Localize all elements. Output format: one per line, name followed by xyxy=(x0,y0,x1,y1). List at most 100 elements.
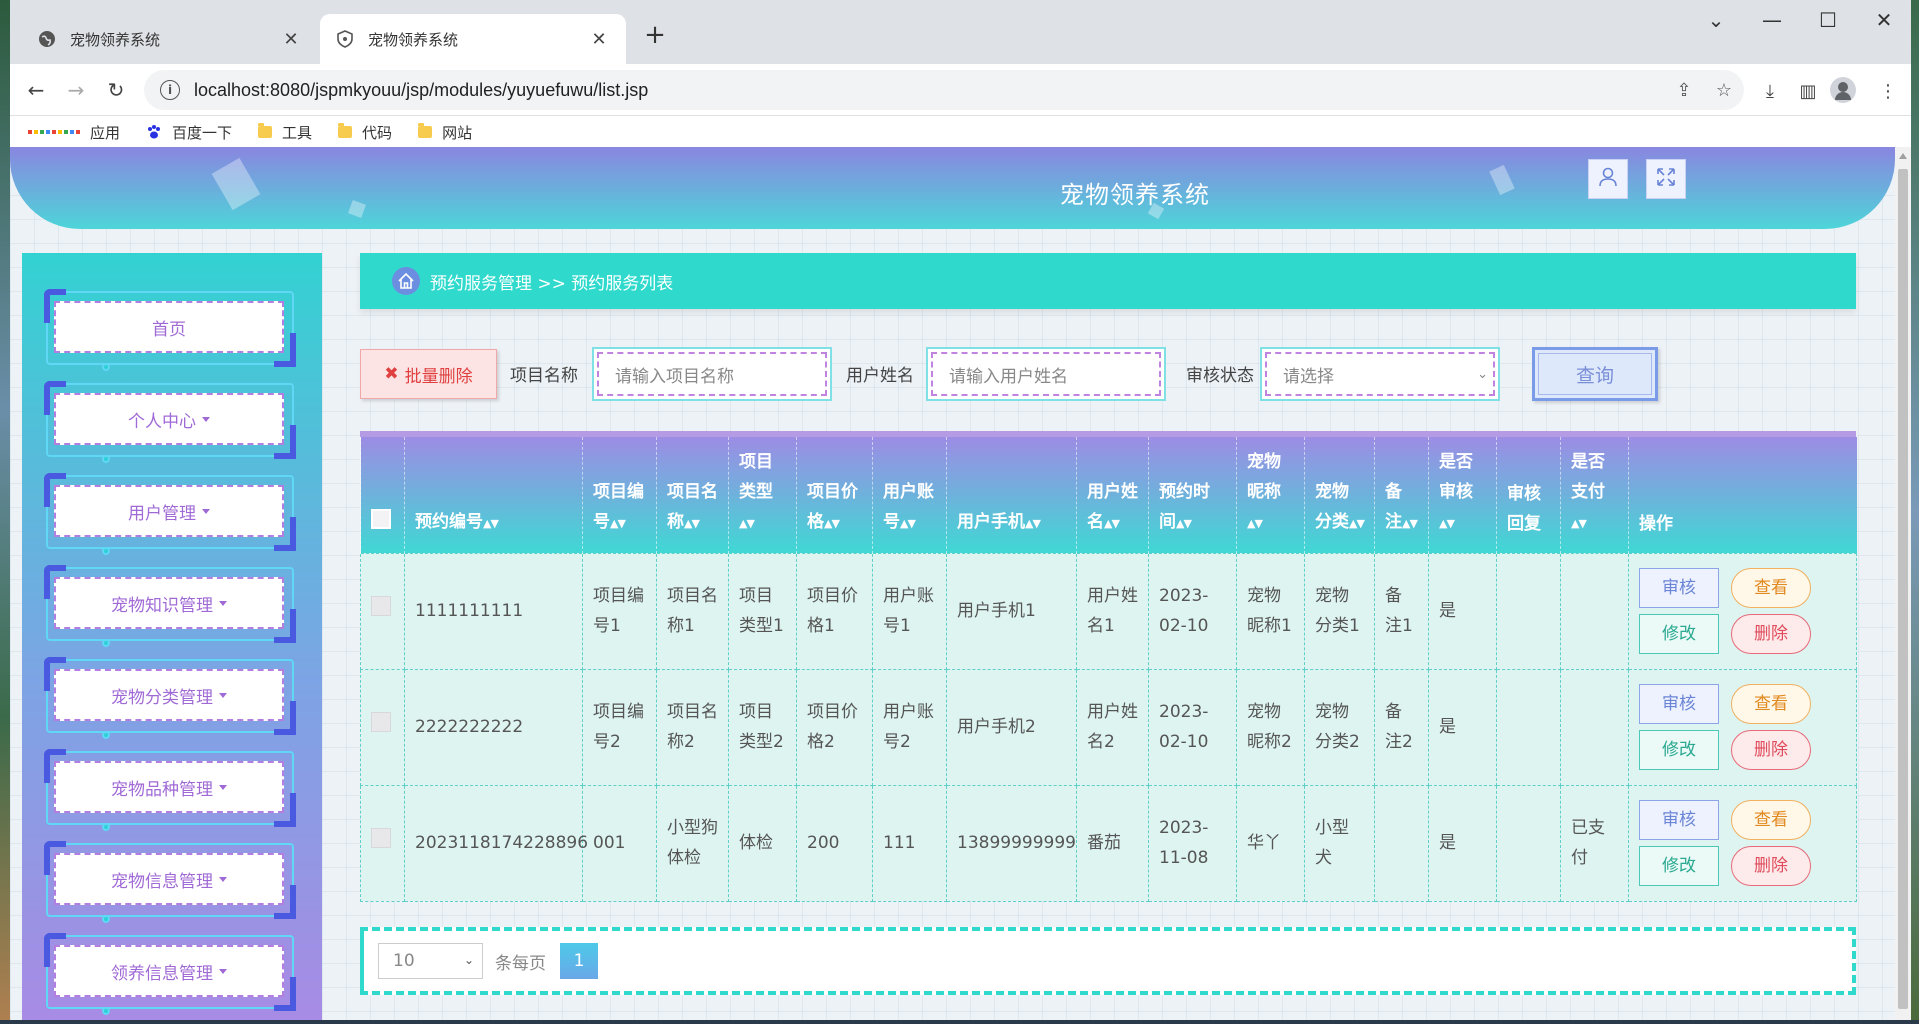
browser-tab-2[interactable]: 宠物领养系统 ✕ xyxy=(320,14,626,64)
column-header[interactable]: 宠物分类▲▼ xyxy=(1304,437,1375,553)
address-bar[interactable]: i localhost:8080/jspmkyouu/jsp/modules/y… xyxy=(144,70,1744,110)
column-header[interactable]: 是否审核▲▼ xyxy=(1428,437,1497,553)
column-header[interactable]: 项目名称▲▼ xyxy=(656,437,729,553)
table-row: 1111111111 项目编号1 项目名称1 项目类型1 项目价格1 用户账号1 用户手机1… xyxy=(360,552,1857,670)
back-icon[interactable]: ← xyxy=(22,76,50,104)
bookmark-folder-tools[interactable]: 工具 xyxy=(258,122,312,143)
minimize-icon[interactable]: — xyxy=(1752,8,1792,32)
bookmark-baidu[interactable]: 百度一下 xyxy=(146,122,232,143)
row-actions-cell: 审核 查看 修改 删除 xyxy=(1628,668,1857,786)
user-profile-button[interactable] xyxy=(1588,159,1628,199)
view-button[interactable]: 查看 xyxy=(1731,800,1811,840)
query-button[interactable]: 查询 xyxy=(1532,347,1658,401)
table-cell xyxy=(1496,668,1561,786)
sidebar-item-label: 首页 xyxy=(152,319,186,340)
sidebar-item-pet-breed[interactable]: 宠物品种管理 xyxy=(44,749,296,831)
column-header: 操作 xyxy=(1628,437,1857,553)
fullscreen-icon xyxy=(1655,166,1677,192)
sidebar-item-pet-knowledge[interactable]: 宠物知识管理 xyxy=(44,565,296,647)
forward-icon[interactable]: → xyxy=(62,76,90,104)
page-scrollbar[interactable] xyxy=(1895,147,1911,1020)
delete-button[interactable]: 删除 xyxy=(1731,614,1811,654)
column-header[interactable]: 预约编号▲▼ xyxy=(404,437,583,553)
page-number-current[interactable]: 1 xyxy=(560,943,598,979)
sidebar-item-pet-category[interactable]: 宠物分类管理 xyxy=(44,657,296,739)
bookmark-folder-code[interactable]: 代码 xyxy=(338,122,392,143)
column-header[interactable]: 项目编号▲▼ xyxy=(582,437,657,553)
row-select-cell xyxy=(360,552,405,670)
table-cell: 用户账号2 xyxy=(872,668,947,786)
sidebar-item-adoption-info[interactable]: 领养信息管理 xyxy=(44,933,296,1015)
bookmark-folder-sites[interactable]: 网站 xyxy=(418,122,472,143)
bookmark-apps[interactable]: 应用 xyxy=(28,122,120,143)
audit-button[interactable]: 审核 xyxy=(1639,800,1719,840)
audit-button[interactable]: 审核 xyxy=(1639,684,1719,724)
maximize-icon[interactable]: ☐ xyxy=(1808,8,1848,32)
bookmark-star-icon[interactable]: ☆ xyxy=(1704,80,1744,101)
caret-down-icon xyxy=(202,416,210,422)
sidebar-item-pet-info[interactable]: 宠物信息管理 xyxy=(44,841,296,923)
caret-down-icon xyxy=(219,784,227,790)
table-cell: 用户姓名1 xyxy=(1076,552,1149,670)
fullscreen-button[interactable] xyxy=(1646,159,1686,199)
info-icon[interactable]: i xyxy=(160,80,180,100)
row-checkbox[interactable] xyxy=(371,712,391,732)
browser-tab-1[interactable]: 宠物领养系统 ✕ xyxy=(22,14,318,64)
new-tab-button[interactable]: + xyxy=(638,20,672,50)
column-header[interactable]: 用户姓名▲▼ xyxy=(1076,437,1149,553)
close-window-icon[interactable]: ✕ xyxy=(1864,8,1904,32)
column-header[interactable]: 宠物昵称▲▼ xyxy=(1236,437,1305,553)
column-header[interactable]: 是否支付▲▼ xyxy=(1560,437,1629,553)
row-checkbox[interactable] xyxy=(371,828,391,848)
project-name-input[interactable]: 请输入项目名称 xyxy=(592,347,832,401)
column-header[interactable]: 备注▲▼ xyxy=(1374,437,1429,553)
profile-avatar-icon[interactable] xyxy=(1830,77,1856,103)
side-panel-icon[interactable]: ▥ xyxy=(1794,78,1822,104)
tab-close-icon[interactable]: ✕ xyxy=(588,29,610,50)
sort-icon: ▲▼ xyxy=(483,516,499,530)
table-cell: 001 xyxy=(582,784,657,902)
column-header[interactable]: 项目价格▲▼ xyxy=(796,437,873,553)
column-header[interactable]: 用户账号▲▼ xyxy=(872,437,947,553)
edit-button[interactable]: 修改 xyxy=(1639,614,1719,654)
delete-button[interactable]: 删除 xyxy=(1731,846,1811,886)
sidebar-item-personal-center[interactable]: 个人中心 xyxy=(44,381,296,463)
tab-close-icon[interactable]: ✕ xyxy=(280,29,302,50)
scroll-up-arrow-icon[interactable] xyxy=(1899,153,1907,159)
desktop-background-left xyxy=(0,0,10,1024)
view-button[interactable]: 查看 xyxy=(1731,684,1811,724)
column-header[interactable]: 预约时间▲▼ xyxy=(1148,437,1237,553)
caret-down-icon xyxy=(219,692,227,698)
table-cell: 项目类型1 xyxy=(728,552,797,670)
tab-search-icon[interactable]: ⌄ xyxy=(1696,8,1736,32)
select-all-cell xyxy=(360,437,405,553)
sort-icon: ▲▼ xyxy=(610,516,626,530)
column-header[interactable]: 项目类型▲▼ xyxy=(728,437,797,553)
page-size-select[interactable]: 10 ⌄ xyxy=(378,943,483,979)
home-icon[interactable] xyxy=(392,267,420,295)
edit-button[interactable]: 修改 xyxy=(1639,730,1719,770)
user-name-input[interactable]: 请输入用户姓名 xyxy=(926,347,1166,401)
table-row: 2023118174228896 001 小型狗体检 体检 200 111 13899999… xyxy=(360,784,1857,902)
audit-button[interactable]: 审核 xyxy=(1639,568,1719,608)
download-icon[interactable]: ⤓ xyxy=(1756,78,1784,104)
view-button[interactable]: 查看 xyxy=(1731,568,1811,608)
table-cell: 1111111111 xyxy=(404,552,583,670)
edit-button[interactable]: 修改 xyxy=(1639,846,1719,886)
select-all-checkbox[interactable] xyxy=(371,508,391,529)
share-icon[interactable]: ⇪ xyxy=(1664,80,1704,101)
column-header[interactable]: 用户手机▲▼ xyxy=(946,437,1077,553)
status-select[interactable]: 请选择 ⌄ xyxy=(1260,347,1500,401)
row-actions-cell: 审核 查看 修改 删除 xyxy=(1628,552,1857,670)
sidebar-item-home[interactable]: 首页 xyxy=(44,289,296,371)
baidu-paw-icon xyxy=(146,124,162,140)
sidebar-item-user-management[interactable]: 用户管理 xyxy=(44,473,296,555)
delete-button[interactable]: 删除 xyxy=(1731,730,1811,770)
scrollbar-thumb[interactable] xyxy=(1898,169,1908,1009)
row-checkbox[interactable] xyxy=(371,596,391,616)
user-name-label: 用户姓名 xyxy=(846,366,914,386)
reservation-table: 预约编号▲▼ 项目编号▲▼ 项目名称▲▼ 项目类型▲▼ 项目价格▲▼ 用户账号▲… xyxy=(360,431,1857,902)
menu-kebab-icon[interactable]: ⋮ xyxy=(1874,78,1902,104)
reload-icon[interactable]: ↻ xyxy=(102,76,130,104)
batch-delete-button[interactable]: ✖ 批量删除 xyxy=(360,349,497,399)
